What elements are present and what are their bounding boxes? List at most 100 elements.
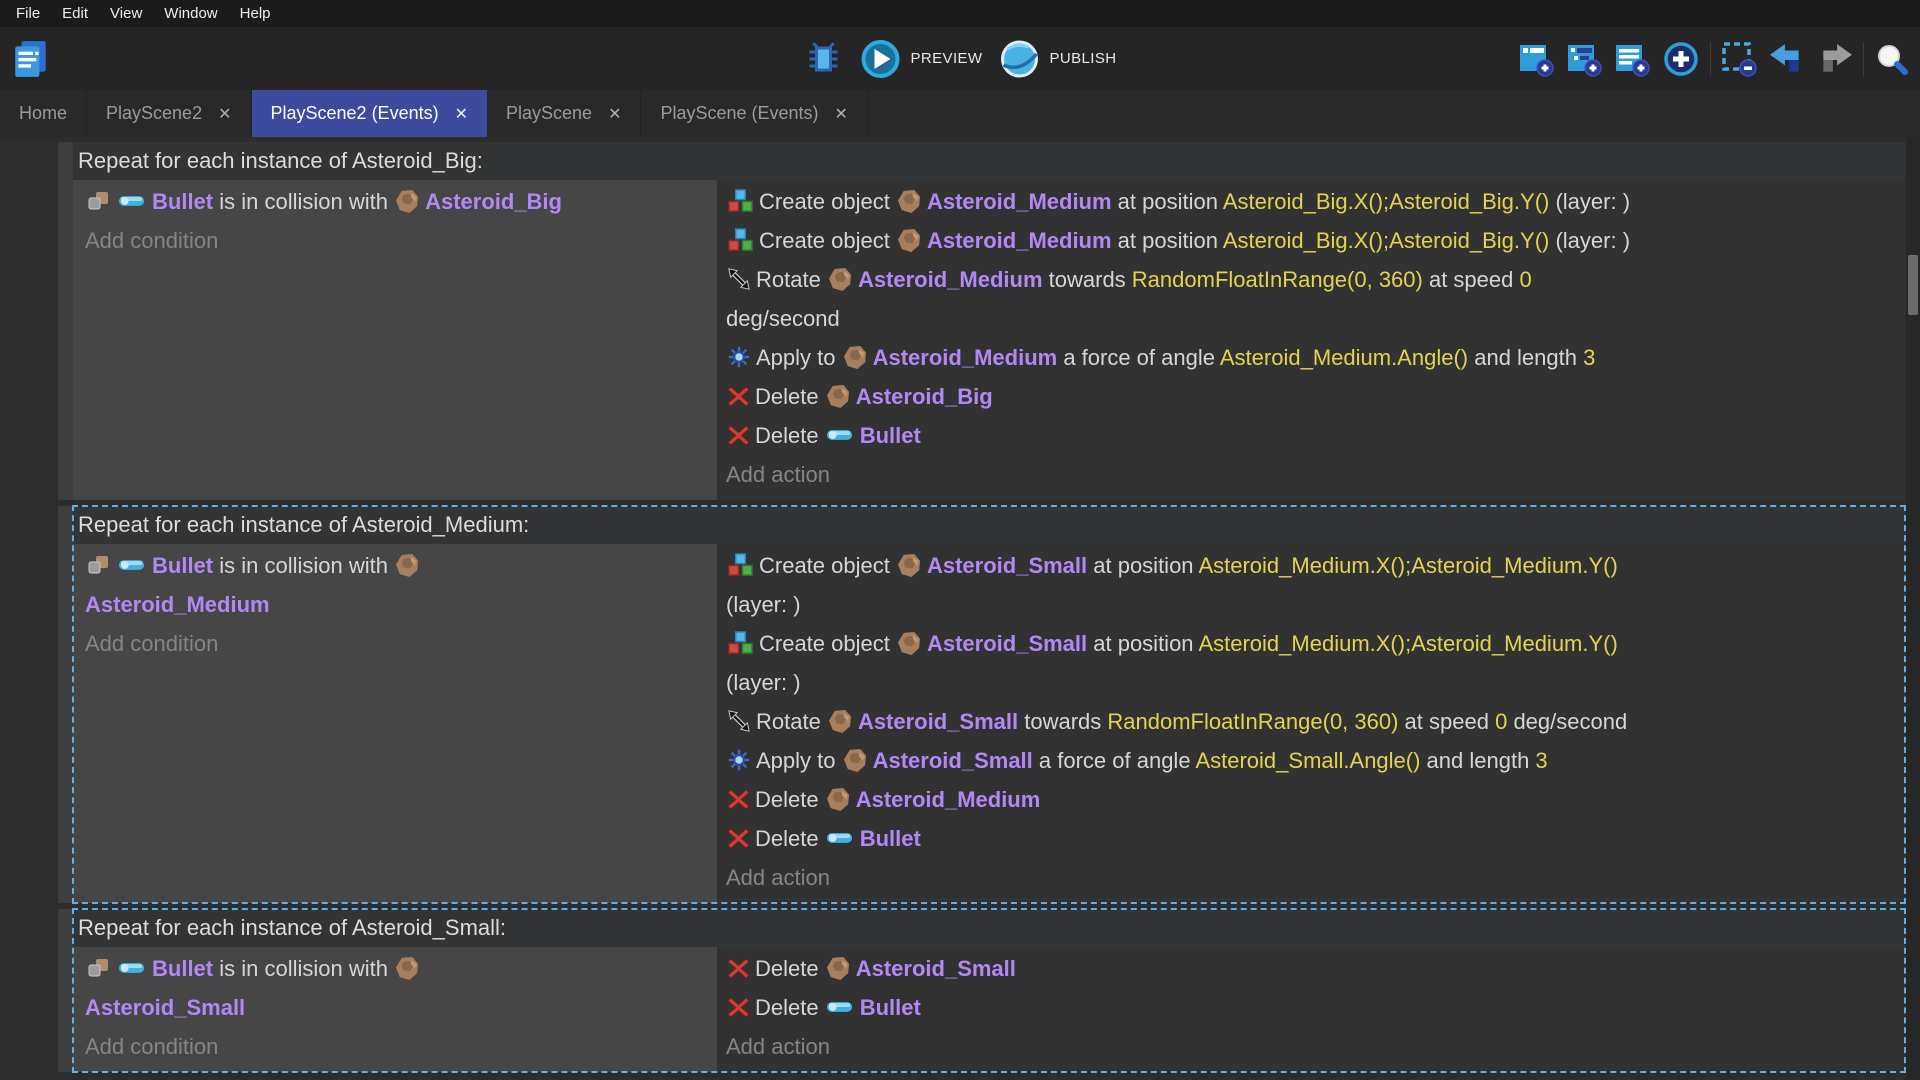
delete-icon xyxy=(727,827,750,850)
instruction-text: Apply to xyxy=(756,345,842,370)
delete-selection-icon[interactable] xyxy=(1721,41,1757,77)
action-row[interactable]: Delete Asteroid_Big xyxy=(726,377,1899,416)
condition-row[interactable]: Bullet is in collision with Asteroid_Med… xyxy=(85,546,709,624)
tab-close-icon[interactable]: ✕ xyxy=(608,104,621,124)
tab-playscene2-events[interactable]: PlayScene2 (Events) ✕ xyxy=(251,90,487,137)
tab-close-icon[interactable]: ✕ xyxy=(835,104,848,124)
action-row[interactable]: Apply to Asteroid_Medium a force of angl… xyxy=(726,338,1899,377)
action-row[interactable]: Create object Asteroid_Small at position… xyxy=(726,546,1899,624)
action-row[interactable]: Delete Bullet xyxy=(726,988,1899,1027)
menu-window[interactable]: Window xyxy=(153,5,228,22)
action-line: deg/second xyxy=(726,299,1899,338)
menu-view[interactable]: View xyxy=(99,5,153,22)
add-action-button[interactable]: Add action xyxy=(726,455,1899,494)
debug-icon[interactable] xyxy=(804,39,844,79)
instruction-text: at position xyxy=(1087,553,1199,578)
add-sub-event-icon[interactable] xyxy=(1566,41,1602,77)
conditions-column: Bullet is in collision with Asteroid_Med… xyxy=(73,544,717,903)
scrollbar-thumb[interactable] xyxy=(1908,255,1918,315)
force-icon xyxy=(727,345,751,369)
action-row[interactable]: Rotate Asteroid_Small towards RandomFloa… xyxy=(726,702,1899,741)
redo-icon[interactable] xyxy=(1817,43,1853,75)
add-event-icon[interactable] xyxy=(1518,41,1554,77)
expression-value: Asteroid_Small.Angle() xyxy=(1195,748,1421,773)
object-name: Asteroid_Medium xyxy=(926,189,1112,214)
object-name: Asteroid_Big xyxy=(425,189,562,214)
instruction-text: and length xyxy=(1420,748,1536,773)
tab-label: PlayScene xyxy=(506,103,593,123)
menu-file[interactable]: File xyxy=(5,5,51,22)
expression-value: 0 xyxy=(1495,709,1508,734)
action-row[interactable]: Delete Asteroid_Medium xyxy=(726,780,1899,819)
action-row[interactable]: Create object Asteroid_Small at position… xyxy=(726,624,1899,702)
event-body: Bullet is in collision with Asteroid_Sma… xyxy=(73,947,1905,1072)
instruction-text: towards xyxy=(1018,709,1108,734)
action-line: Create object Asteroid_Medium at positio… xyxy=(726,221,1899,260)
preview-button[interactable]: PREVIEW xyxy=(860,38,983,80)
action-row[interactable]: Delete Asteroid_Small xyxy=(726,949,1899,988)
event-header[interactable]: Repeat for each instance of Asteroid_Sma… xyxy=(73,909,1905,947)
preview-play-icon xyxy=(860,38,902,80)
publish-button[interactable]: PUBLISH xyxy=(998,38,1116,80)
event-header[interactable]: Repeat for each instance of Asteroid_Big… xyxy=(73,142,1905,180)
event-drag-handle[interactable] xyxy=(58,909,73,1072)
condition-line: Asteroid_Small xyxy=(85,988,709,1027)
instruction-text: (layer: ) xyxy=(1549,189,1631,214)
condition-line: Bullet is in collision with xyxy=(85,949,709,988)
object-name: Bullet xyxy=(859,423,921,448)
action-row[interactable]: Apply to Asteroid_Small a force of angle… xyxy=(726,741,1899,780)
action-row[interactable]: Rotate Asteroid_Medium towards RandomFlo… xyxy=(726,260,1899,338)
project-manager-icon[interactable] xyxy=(10,38,52,80)
add-condition-button[interactable]: Add condition xyxy=(85,221,709,260)
add-condition-button[interactable]: Add condition xyxy=(85,624,709,663)
collision-icon xyxy=(86,957,112,979)
events-sheet: Repeat for each instance of Asteroid_Big… xyxy=(0,137,1920,1080)
tab-playscene[interactable]: PlayScene ✕ xyxy=(487,90,642,137)
action-line: Rotate Asteroid_Medium towards RandomFlo… xyxy=(726,260,1899,299)
instruction-text: Rotate xyxy=(756,709,827,734)
object-name: Asteroid_Small xyxy=(926,631,1088,656)
action-row[interactable]: Delete Bullet xyxy=(726,416,1899,455)
tab-close-icon[interactable]: ✕ xyxy=(218,104,231,124)
toolbar-separator xyxy=(1863,41,1864,76)
action-row[interactable]: Create object Asteroid_Medium at positio… xyxy=(726,182,1899,221)
menu-edit[interactable]: Edit xyxy=(51,5,99,22)
event-drag-handle[interactable] xyxy=(58,142,73,500)
asteroid-icon xyxy=(826,787,851,812)
action-row[interactable]: Create object Asteroid_Medium at positio… xyxy=(726,221,1899,260)
condition-line: Asteroid_Medium xyxy=(85,585,709,624)
condition-row[interactable]: Bullet is in collision with Asteroid_Sma… xyxy=(85,949,709,1027)
search-icon[interactable] xyxy=(1874,41,1910,77)
delete-icon xyxy=(727,788,750,811)
menu-help[interactable]: Help xyxy=(229,5,282,22)
object-name: Bullet xyxy=(859,826,921,851)
bullet-icon xyxy=(118,558,147,572)
tab-close-icon[interactable]: ✕ xyxy=(455,104,468,124)
add-comment-icon[interactable] xyxy=(1614,41,1650,77)
undo-icon[interactable] xyxy=(1769,43,1805,75)
instruction-text: Create object xyxy=(759,553,896,578)
condition-row[interactable]: Bullet is in collision with Asteroid_Big xyxy=(85,182,709,221)
toolbar-right-icons xyxy=(1518,40,1910,78)
instruction-text: is in collision with xyxy=(213,956,395,981)
create-icon xyxy=(727,630,754,656)
event-drag-handle[interactable] xyxy=(58,506,73,903)
expression-value: Asteroid_Medium.Angle() xyxy=(1219,345,1469,370)
tab-home[interactable]: Home xyxy=(0,90,88,137)
add-action-button[interactable]: Add action xyxy=(726,858,1899,897)
action-row[interactable]: Delete Bullet xyxy=(726,819,1899,858)
add-action-button[interactable]: Add action xyxy=(726,1027,1899,1066)
action-line: (layer: ) xyxy=(726,663,1899,702)
tab-playscene-events[interactable]: PlayScene (Events) ✕ xyxy=(641,90,868,137)
event-body: Bullet is in collision with Asteroid_Big… xyxy=(73,180,1905,500)
object-name: Bullet xyxy=(152,956,214,981)
condition-line: Bullet is in collision with Asteroid_Big xyxy=(85,182,709,221)
asteroid-icon xyxy=(826,956,851,981)
object-name: Asteroid_Big xyxy=(855,384,993,409)
add-condition-button[interactable]: Add condition xyxy=(85,1027,709,1066)
scrollbar[interactable] xyxy=(1906,137,1920,1080)
event-header[interactable]: Repeat for each instance of Asteroid_Med… xyxy=(73,506,1905,544)
add-choose-event-icon[interactable] xyxy=(1662,40,1700,78)
tab-playscene2[interactable]: PlayScene2 ✕ xyxy=(87,90,252,137)
instruction-text: Create object xyxy=(759,228,896,253)
